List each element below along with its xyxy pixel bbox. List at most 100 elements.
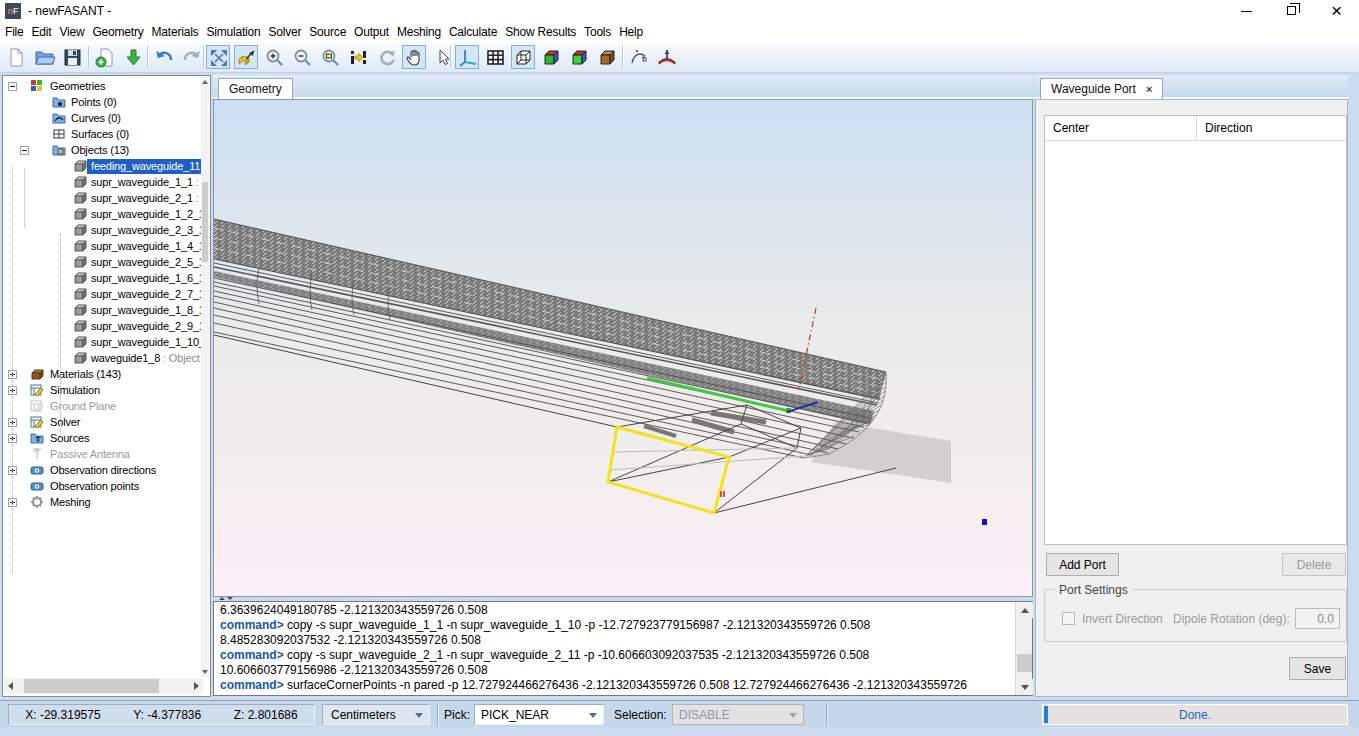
open-button[interactable] bbox=[32, 45, 56, 69]
menu-materials[interactable]: Materials bbox=[148, 22, 203, 42]
menu-meshing[interactable]: Meshing bbox=[393, 22, 445, 42]
menu-source[interactable]: Source bbox=[305, 22, 350, 42]
rotate-view-button[interactable] bbox=[374, 45, 398, 69]
tree-item-curves[interactable]: Curves (0) bbox=[3, 111, 206, 127]
menu-geometry[interactable]: Geometry bbox=[88, 22, 147, 42]
axes-button[interactable] bbox=[455, 45, 479, 69]
tree-item-simulation[interactable]: Simulation bbox=[3, 383, 206, 399]
save-button[interactable] bbox=[60, 45, 84, 69]
tree-item-supr-waveguide-2-7-1[interactable]: supr_waveguide_2_7_1 : bbox=[3, 287, 206, 303]
command-console[interactable]: 6.3639624049180785 -2.121320343559726 0.… bbox=[213, 601, 1033, 696]
waveguide-port-panel: Center Direction Add Port Delete Port Se… bbox=[1035, 99, 1348, 697]
column-header-center[interactable]: Center bbox=[1045, 116, 1197, 141]
tree-item-waveguide1-8[interactable]: waveguide1_8 : Object bbox=[3, 351, 206, 367]
add-port-button[interactable]: Add Port bbox=[1046, 553, 1119, 576]
tree-horizontal-scrollbar[interactable] bbox=[4, 678, 203, 694]
wireframe-cube-button[interactable] bbox=[511, 45, 535, 69]
solid-cube-red-icon bbox=[541, 47, 563, 69]
tree-item-supr-waveguide-1-8-1[interactable]: supr_waveguide_1_8_1 : bbox=[3, 303, 206, 319]
meshing-gear-icon bbox=[30, 495, 44, 509]
pick-3d-button[interactable] bbox=[234, 45, 258, 69]
save-port-button[interactable]: Save bbox=[1289, 657, 1346, 680]
menu-output[interactable]: Output bbox=[350, 22, 393, 42]
tree-item-geometries[interactable]: Geometries bbox=[3, 79, 206, 95]
menu-file[interactable]: File bbox=[1, 22, 28, 42]
import-button[interactable] bbox=[121, 45, 145, 69]
menu-edit[interactable]: Edit bbox=[28, 22, 56, 42]
collapse-expander-icon[interactable] bbox=[8, 82, 17, 91]
menu-bar: File Edit View Geometry Materials Simula… bbox=[0, 22, 1359, 42]
tree-item-observation-points[interactable]: Observation points bbox=[3, 479, 206, 495]
solid-cube-red-button[interactable] bbox=[539, 45, 563, 69]
delete-button[interactable]: Delete bbox=[1282, 553, 1346, 576]
tree-item-supr-waveguide-1-6-1[interactable]: supr_waveguide_1_6_1 : bbox=[3, 271, 206, 287]
menu-simulation[interactable]: Simulation bbox=[202, 22, 264, 42]
tree-item-ground-plane[interactable]: Ground Plane bbox=[3, 399, 206, 415]
tree-item-surfaces[interactable]: Surfaces (0) bbox=[3, 127, 206, 143]
add-geometry-button[interactable] bbox=[93, 45, 117, 69]
tree-item-solver[interactable]: Solver bbox=[3, 415, 206, 431]
surface-normal-button[interactable] bbox=[654, 45, 678, 69]
column-header-direction[interactable]: Direction bbox=[1197, 116, 1346, 141]
new-file-button[interactable] bbox=[4, 45, 28, 69]
tree-item-objects[interactable]: Objects (13) bbox=[3, 143, 206, 159]
redo-button[interactable] bbox=[179, 45, 203, 69]
tree-item-supr-waveguide-1-1[interactable]: supr_waveguide_1_1 : O bbox=[3, 175, 206, 191]
zoom-window-button[interactable] bbox=[318, 45, 342, 69]
console-vertical-scrollbar[interactable] bbox=[1015, 602, 1032, 695]
solid-cube-brown-button[interactable] bbox=[595, 45, 619, 69]
invert-direction-checkbox[interactable] bbox=[1062, 612, 1075, 625]
tree-item-supr-waveguide-2-5-1[interactable]: supr_waveguide_2_5_1 : bbox=[3, 255, 206, 271]
objects-folder-icon bbox=[52, 143, 66, 157]
solid-cube-green-icon bbox=[569, 47, 591, 69]
invert-direction-label: Invert Direction bbox=[1082, 612, 1163, 626]
tree-item-supr-waveguide-2-3-1[interactable]: supr_waveguide_2_3_1 : bbox=[3, 223, 206, 239]
close-tab-icon[interactable]: × bbox=[1146, 83, 1152, 95]
tree-item-observation-directions[interactable]: Observation directions bbox=[3, 463, 206, 479]
coordinates-field: X: -29.319575 Y: -4.377836 Z: 2.801686 bbox=[8, 704, 315, 725]
zoom-in-button[interactable] bbox=[262, 45, 286, 69]
menu-show-results[interactable]: Show Results bbox=[501, 22, 580, 42]
tree-item-meshing[interactable]: Meshing bbox=[3, 495, 206, 511]
tree-item-sources[interactable]: Sources bbox=[3, 431, 206, 447]
save-icon bbox=[62, 47, 84, 69]
grid-button[interactable] bbox=[483, 45, 507, 69]
tree-item-supr-waveguide-1-4-1[interactable]: supr_waveguide_1_4_1 : bbox=[3, 239, 206, 255]
console-line: command> copy -s supr_waveguide_1_1 -n s… bbox=[220, 618, 1010, 633]
menu-solver[interactable]: Solver bbox=[264, 22, 305, 42]
tab-waveguide-port[interactable]: Waveguide Port× bbox=[1040, 78, 1163, 99]
selection-dropdown[interactable]: DISABLE bbox=[672, 704, 804, 725]
pan-hand-button[interactable] bbox=[402, 45, 426, 69]
console-line: 10.606603779156986 -2.121320343559726 0.… bbox=[220, 663, 1010, 678]
tree-item-supr-waveguide-1-10-1[interactable]: supr_waveguide_1_10_1 bbox=[3, 335, 206, 351]
fit-view-button[interactable] bbox=[206, 45, 230, 69]
swap-view-button[interactable] bbox=[346, 45, 370, 69]
solid-cube-green-button[interactable] bbox=[567, 45, 591, 69]
ports-table[interactable]: Center Direction bbox=[1044, 115, 1347, 545]
tree-item-passive-antenna[interactable]: Passive Antenna bbox=[3, 447, 206, 463]
tab-geometry[interactable]: Geometry bbox=[218, 78, 293, 99]
menu-tools[interactable]: Tools bbox=[580, 22, 615, 42]
menu-calculate[interactable]: Calculate bbox=[445, 22, 501, 42]
menu-help[interactable]: Help bbox=[615, 22, 647, 42]
tree-vertical-scrollbar[interactable] bbox=[201, 77, 209, 677]
collapse-expander-icon[interactable] bbox=[20, 146, 29, 155]
dipole-rotation-input[interactable]: 0.0 bbox=[1295, 608, 1340, 629]
curve-tool-button[interactable] bbox=[626, 45, 650, 69]
undo-button[interactable] bbox=[151, 45, 175, 69]
tree-item-supr-waveguide-2-9-1[interactable]: supr_waveguide_2_9_1 : bbox=[3, 319, 206, 335]
geometry-viewport[interactable] bbox=[213, 99, 1033, 597]
units-dropdown[interactable]: Centimeters bbox=[322, 704, 430, 725]
tree-item-points[interactable]: Points (0) bbox=[3, 95, 206, 111]
tree-item-feeding-waveguide[interactable]: feeding_waveguide_11 : bbox=[3, 159, 206, 175]
tree-item-supr-waveguide-2-1[interactable]: supr_waveguide_2_1 : O bbox=[3, 191, 206, 207]
minimize-button[interactable] bbox=[1224, 0, 1269, 22]
pan-hand-icon bbox=[404, 47, 426, 69]
restore-button[interactable] bbox=[1269, 0, 1314, 22]
tree-item-materials[interactable]: Materials (143) bbox=[3, 367, 206, 383]
menu-view[interactable]: View bbox=[55, 22, 88, 42]
zoom-out-button[interactable] bbox=[290, 45, 314, 69]
close-button[interactable]: × bbox=[1314, 0, 1359, 22]
tree-item-supr-waveguide-1-2-1[interactable]: supr_waveguide_1_2_1 : bbox=[3, 207, 206, 223]
pick-mode-dropdown[interactable]: PICK_NEAR bbox=[474, 704, 604, 725]
